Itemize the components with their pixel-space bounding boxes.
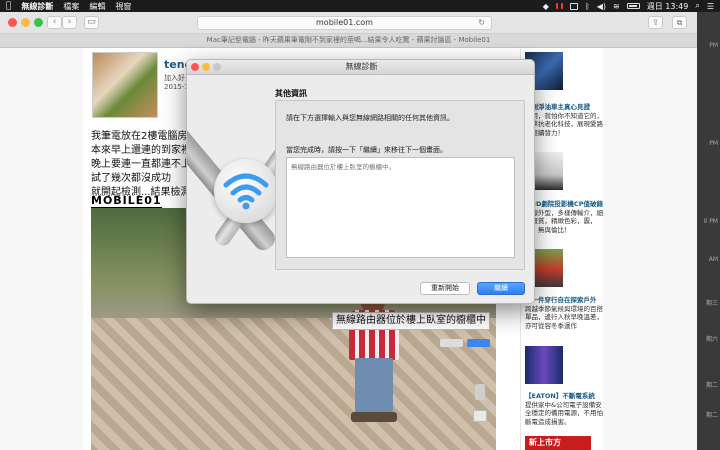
edge-label: 期二 (705, 382, 718, 389)
ad-item[interactable]: 開測淨油車主真心見證 試用，就怕你不知道它的，引擎抗老化科技，展現愛路年輕續發力… (525, 103, 603, 137)
ad-heading[interactable]: 就一件穿行自在探索戶外 (525, 296, 603, 305)
ad-body: 試用，就怕你不知道它的，引擎抗老化科技，展現愛路年輕續發力！ (525, 111, 603, 137)
close-button[interactable] (8, 18, 17, 27)
menu-app-name[interactable]: 無線診斷 (21, 1, 53, 12)
forward-icon[interactable]: › (62, 16, 77, 29)
url-bar[interactable]: mobile01.com ↻ (197, 16, 492, 30)
menu-item-edit[interactable]: 編輯 (89, 1, 105, 12)
battery-icon[interactable] (626, 3, 640, 9)
minimize-button[interactable] (21, 18, 30, 27)
menu-status-area: ◆ ᛒ ◀) ≋ 週日 13:49 ⌕ ☰ (543, 1, 714, 12)
watermark-logo: MOBILE01 (91, 194, 162, 209)
clock[interactable]: 週日 13:49 (647, 1, 689, 12)
instruction-text: 請在下方選擇輸入與您無線網路相關的任何其他資訊。 (286, 114, 454, 122)
ad-body: 提供家中&公司電子設備安全穩定的備用電源，不用怕斷電造成損害。 (525, 400, 603, 426)
zoom-button[interactable] (34, 18, 43, 27)
ad-body: 跨越季節氣候與環境的百搭單品，邊行入秋早晚溫差，亦可從容冬季運作 (525, 304, 603, 330)
tab-title[interactable]: Mac筆記型電腦 - 昨天蘋果筆電剛不到家裡的莖喝...結果令人吃驚 - 蘋果討… (207, 36, 491, 44)
ad-item[interactable]: 就一件穿行自在探索戶外 跨越季節氣候與環境的百搭單品，邊行入秋早晚溫差，亦可從容… (525, 296, 603, 330)
background-window-edge: PM PM 0 PM AM 期三 期六 期二 期二 (697, 12, 720, 450)
ad-item[interactable]: 生3D劇院投影機CP值破錶 白線外型，多樣傳輸介，細膩畫質，精緻色彩，震，撼，無… (525, 200, 603, 234)
sidebar-icon[interactable]: ▭ (84, 16, 99, 29)
ad-body: 白線外型，多樣傳輸介，細膩畫質，精緻色彩，震，撼，無與倫比！ (525, 208, 603, 234)
wifi-icon (214, 159, 278, 223)
share-icon[interactable]: ⇪ (648, 16, 663, 29)
mini-button-continue (467, 339, 490, 347)
photo-caption: 無線路由器位於樓上臥室的櫥櫃中 (332, 312, 490, 330)
edge-label: 期二 (705, 412, 718, 419)
restart-button[interactable]: 重新開始 (420, 282, 470, 295)
edge-label: 期三 (705, 300, 718, 307)
continue-button[interactable]: 繼續 (477, 282, 525, 295)
menu-item-file[interactable]: 檔案 (63, 1, 79, 12)
mini-buttons (440, 339, 490, 347)
screen-icon[interactable] (569, 2, 578, 10)
dock-icons (470, 384, 490, 444)
ad-footer-banner[interactable]: 新上市方 (525, 436, 591, 450)
ad-heading[interactable]: 【EATON】不斷電系統 (525, 392, 603, 401)
dialog-zoom-button (213, 63, 221, 71)
browser-toolbar: ‹ › ▭ mobile01.com ↻ ⇪ ⧉ (0, 12, 697, 34)
volume-icon[interactable]: ◀) (597, 2, 606, 11)
url-text: mobile01.com (316, 18, 373, 27)
post-line: 本來早上還連的到家裡 (91, 145, 191, 156)
child-shoes (351, 412, 397, 422)
dialog-titlebar[interactable]: 無線診斷 (187, 60, 534, 75)
bluetooth-icon[interactable]: ᛒ (585, 2, 590, 11)
recording-icon[interactable] (555, 3, 563, 9)
edge-label: PM (709, 42, 718, 49)
post-line: 試了幾次都沒成功 (91, 173, 171, 184)
back-icon[interactable]: ‹ (47, 16, 62, 29)
mini-button-restart (440, 339, 463, 347)
edge-label: PM (709, 140, 718, 147)
child-jeans (355, 358, 393, 414)
additional-info-input[interactable] (286, 157, 515, 258)
dialog-close-button[interactable] (191, 63, 199, 71)
edge-label: 期六 (705, 336, 718, 343)
dropbox-icon[interactable]: ◆ (543, 2, 549, 11)
menu-icon[interactable]: ☰ (707, 2, 714, 11)
reload-icon[interactable]: ↻ (478, 17, 485, 29)
dialog-title: 無線診斷 (345, 62, 378, 71)
edge-label: 0 PM (703, 218, 718, 225)
post-line: 晚上要連一直都連不上 (91, 159, 191, 170)
info-panel: 請在下方選擇輸入與您無線網路相關的任何其他資訊。 當您完成時，請按一下「繼續」來… (275, 100, 525, 270)
diagnostics-artwork (187, 75, 279, 303)
dialog-minimize-button[interactable] (202, 63, 210, 71)
photo-child (343, 288, 405, 438)
tabs-icon[interactable]: ⧉ (672, 16, 687, 29)
edge-label: AM (708, 256, 718, 263)
apple-icon[interactable]:  (6, 1, 11, 11)
tab-bar[interactable]: Mac筆記型電腦 - 昨天蘋果筆電剛不到家裡的莖喝...結果令人吃驚 - 蘋果討… (0, 34, 697, 48)
ad-heading[interactable]: 開測淨油車主真心見證 (525, 103, 603, 112)
wifi-icon[interactable]: ≋ (613, 2, 620, 11)
post-body: 我筆電放在2樓電腦房 本來早上還連的到家裡 晚上要連一直都連不上 試了幾次都沒成… (91, 130, 191, 200)
wireless-diagnostics-dialog: 無線診斷 其他資訊 請在下方選擇輸入與您無線網路相關的任何其他資訊。 當您完成時… (186, 59, 535, 304)
ad-thumbnail[interactable] (525, 346, 563, 384)
search-icon[interactable]: ⌕ (695, 1, 699, 11)
menu-item-window[interactable]: 視窗 (115, 1, 131, 12)
post-line: 我筆電放在2樓電腦房 (91, 131, 188, 142)
instruction-text-continue: 當您完成時，請按一下「繼續」來移往下一個畫面。 (286, 146, 447, 154)
menu-bar:  無線診斷 檔案 編輯 視窗 ◆ ᛒ ◀) ≋ 週日 13:49 ⌕ ☰ (0, 0, 720, 12)
avatar[interactable] (92, 52, 158, 118)
ad-heading[interactable]: 生3D劇院投影機CP值破錶 (525, 200, 603, 209)
ad-item[interactable]: 【EATON】不斷電系統 提供家中&公司電子設備安全穩定的備用電源，不用怕斷電造… (525, 392, 603, 426)
section-title: 其他資訊 (275, 89, 307, 98)
